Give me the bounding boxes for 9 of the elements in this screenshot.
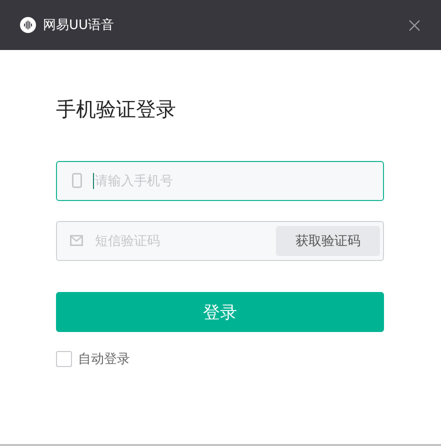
heading: 手机验证登录 [56, 96, 177, 123]
phone-icon [72, 173, 82, 188]
window-title: 网易UU语音 [43, 17, 116, 34]
mail-icon [70, 235, 83, 246]
auto-login-label: 自动登录 [78, 351, 130, 368]
logo-icon [20, 17, 36, 33]
get-code-button[interactable]: 获取验证码 [276, 226, 380, 256]
checkbox[interactable] [56, 351, 72, 367]
close-icon[interactable] [409, 20, 420, 30]
